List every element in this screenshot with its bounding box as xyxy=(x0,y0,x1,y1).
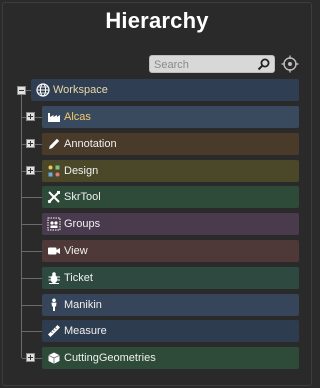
search-box[interactable] xyxy=(149,55,275,73)
tree-item-groups[interactable]: Groups xyxy=(42,213,299,235)
tree-item-label: Annotation xyxy=(64,138,117,150)
panel-title: Hierarchy xyxy=(105,8,209,33)
tree-item-label: Workspace xyxy=(53,84,108,96)
search-input[interactable] xyxy=(154,57,254,72)
collapse-toggle[interactable] xyxy=(17,86,26,95)
tree-connector-line xyxy=(21,95,22,358)
tree-item-label: Groups xyxy=(64,218,101,230)
tree-item-label: Design xyxy=(64,165,99,177)
tree-item-ticket[interactable]: Ticket xyxy=(42,267,299,289)
globe-icon xyxy=(36,83,50,97)
pencil-icon xyxy=(47,137,61,151)
ruler-icon xyxy=(47,324,61,338)
tree-item-label: View xyxy=(64,245,88,257)
tree-item-label: CuttingGeometries xyxy=(64,352,156,364)
tree-item-label: Manikin xyxy=(64,299,102,311)
cube-icon xyxy=(47,351,61,365)
expand-toggle[interactable] xyxy=(26,353,35,362)
bug-icon xyxy=(47,271,61,285)
factory-icon xyxy=(47,110,61,124)
expand-toggle[interactable] xyxy=(26,112,35,121)
tools-icon xyxy=(47,190,61,204)
locate-target-icon[interactable] xyxy=(281,55,299,73)
tree-item-label: SkrTool xyxy=(64,191,101,203)
tree-connector-line xyxy=(22,305,42,306)
tree-connector-line xyxy=(26,90,31,91)
tree-connector-line xyxy=(22,251,42,252)
tree-item-skrtool[interactable]: SkrTool xyxy=(42,186,299,208)
tree-item-design[interactable]: Design xyxy=(42,160,299,182)
tree-item-alcas[interactable]: Alcas xyxy=(42,106,299,128)
tree-item-manikin[interactable]: Manikin xyxy=(42,294,299,316)
camera-icon xyxy=(47,244,61,258)
groups-icon xyxy=(47,217,61,231)
person-icon xyxy=(47,298,61,312)
tree-item-annotation[interactable]: Annotation xyxy=(42,133,299,155)
tree-item-label: Alcas xyxy=(64,111,91,123)
tree-connector-line xyxy=(22,278,42,279)
design-icon xyxy=(47,164,61,178)
expand-toggle[interactable] xyxy=(26,166,35,175)
tree-item-label: Measure xyxy=(64,325,107,337)
tree-connector-line xyxy=(22,197,42,198)
tree-item-measure[interactable]: Measure xyxy=(42,320,299,342)
tree-item-view[interactable]: View xyxy=(42,240,299,262)
tree-item-label: Ticket xyxy=(64,272,93,284)
search-icon[interactable] xyxy=(257,58,271,71)
tree-item-cuttinggeometries[interactable]: CuttingGeometries xyxy=(42,347,299,369)
tree-connector-line xyxy=(22,331,42,332)
tree-item-workspace[interactable]: Workspace xyxy=(31,79,299,101)
expand-toggle[interactable] xyxy=(26,139,35,148)
tree-connector-line xyxy=(22,224,42,225)
